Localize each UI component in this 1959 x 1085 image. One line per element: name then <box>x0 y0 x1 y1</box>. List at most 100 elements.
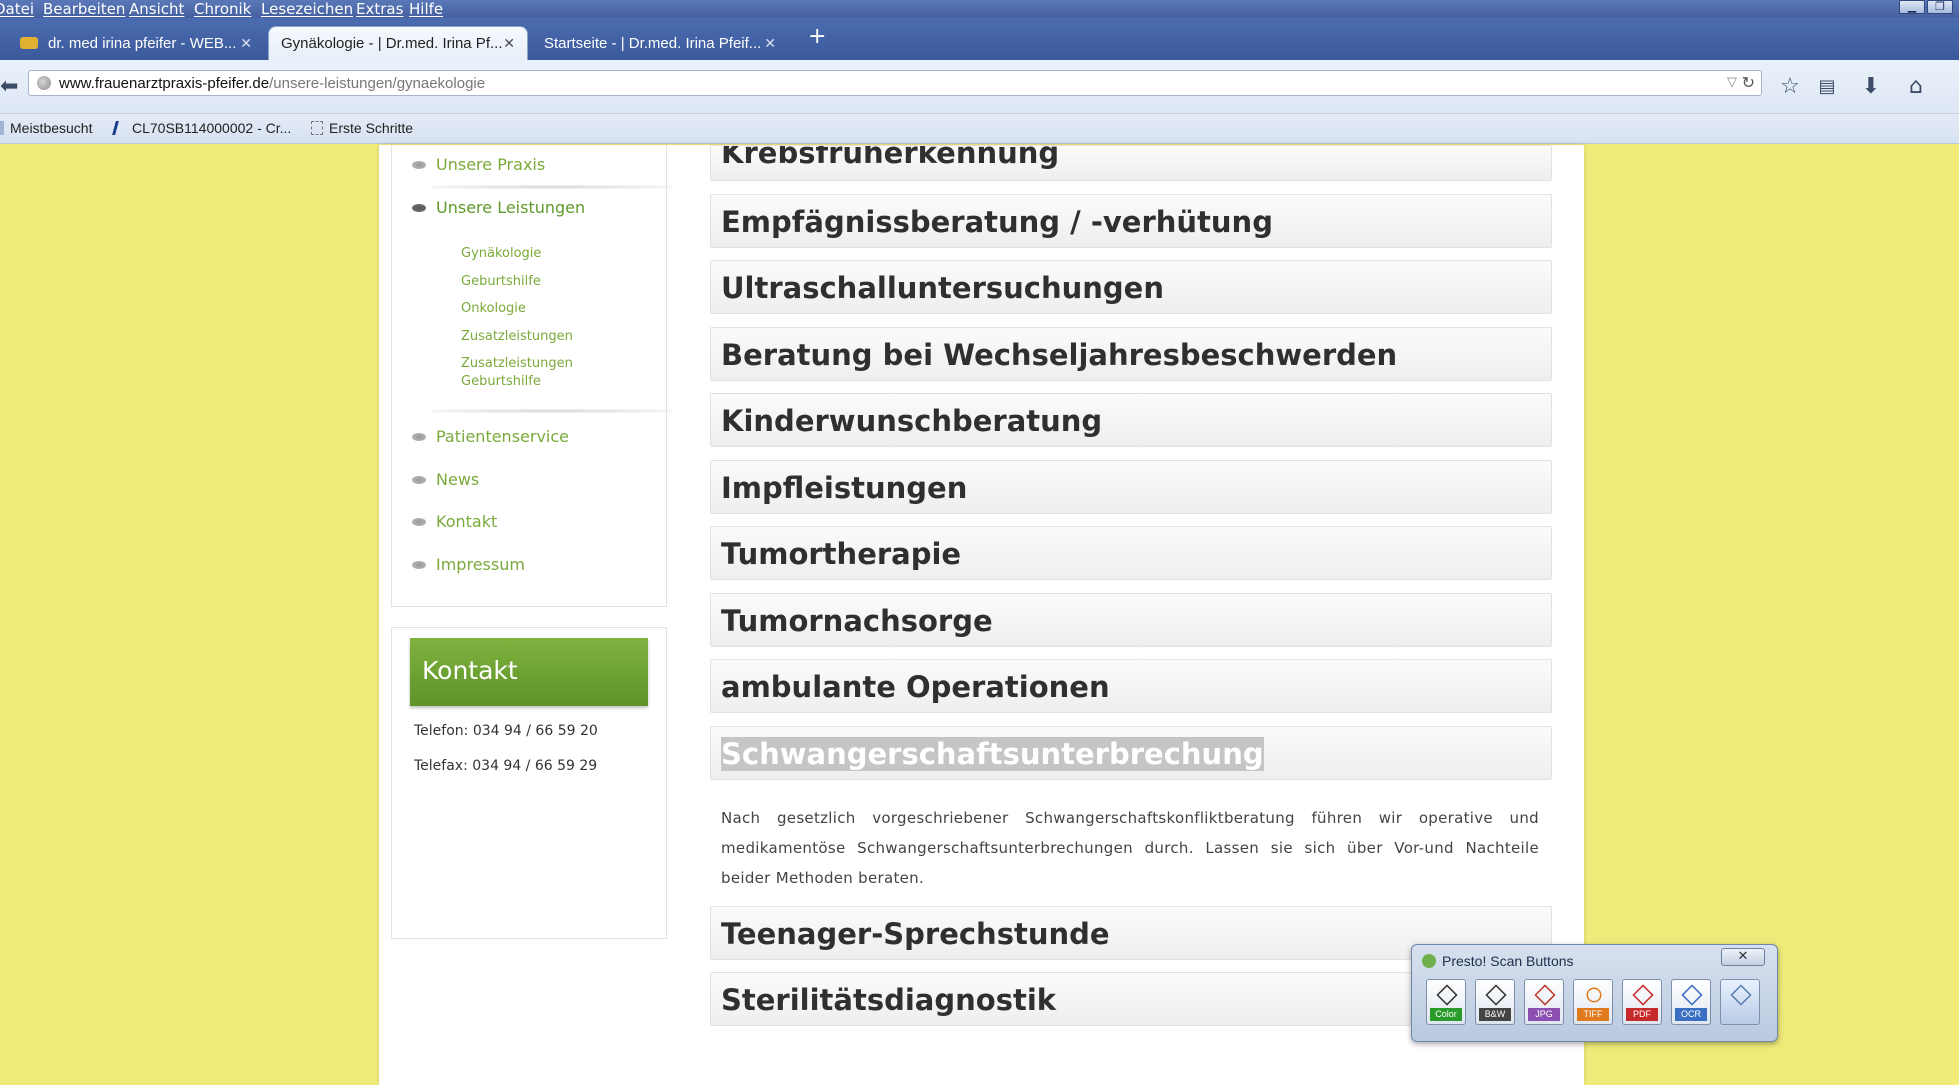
bookmark-erste-schritte[interactable]: Erste Schritte <box>311 120 413 136</box>
accordion-heading-krebsfrueherkennung[interactable]: Krebsfrüherkennung <box>710 145 1552 181</box>
bullet-icon <box>412 203 426 212</box>
close-icon[interactable]: ✕ <box>240 35 252 52</box>
sidebar-item-news[interactable]: News <box>412 470 479 489</box>
scan-color-button[interactable]: Color <box>1426 979 1466 1025</box>
sidebar-subitem-onkologie[interactable]: Onkologie <box>461 300 526 318</box>
scan-button-label: B&W <box>1479 1008 1511 1021</box>
accordion-heading-wechseljahre[interactable]: Beratung bei Wechseljahresbeschwerden <box>710 327 1552 381</box>
mail-icon <box>20 37 38 49</box>
accordion-heading-tumornachsorge[interactable]: Tumornachsorge <box>710 593 1552 647</box>
sidebar-item-unsere-praxis[interactable]: Unsere Praxis <box>412 155 545 174</box>
scan-settings-button[interactable] <box>1720 979 1760 1025</box>
accordion-heading-schwangerschaftsunterbrechung[interactable]: Schwangerschaftsunterbrechung <box>710 726 1552 780</box>
url-text: www.frauenarztpraxis-pfeifer.de/unsere-l… <box>59 75 485 92</box>
window-controls: ▁ ❐ <box>1899 0 1953 14</box>
menu-chronik[interactable]: Chronik <box>194 0 251 18</box>
presto-button-row: Color B&W JPG TIFF PDF OCR <box>1426 979 1760 1025</box>
page-container: Unsere Praxis Unsere Leistungen Gynäkolo… <box>379 145 1584 1085</box>
tab-webmail[interactable]: dr. med irina pfeifer - WEB... ✕ <box>8 26 264 60</box>
menu-extras[interactable]: Extras <box>356 0 403 18</box>
contact-heading: Kontakt <box>410 638 648 706</box>
scan-button-label: OCR <box>1675 1008 1707 1021</box>
menu-bearbeiten[interactable]: Bearbeiten <box>43 0 125 18</box>
settings-icon <box>1730 984 1752 1006</box>
close-icon[interactable]: ✕ <box>1721 948 1765 966</box>
navigation-bar: ⬅ www.frauenarztpraxis-pfeifer.de/unsere… <box>0 60 1959 114</box>
sidebar-item-kontakt[interactable]: Kontakt <box>412 512 497 531</box>
accordion-title: Krebsfrüherkennung <box>721 145 1060 170</box>
menu-bar: Datei Bearbeiten Ansicht Chronik Lesezei… <box>0 0 1959 18</box>
sidebar-item-label: Impressum <box>436 555 525 574</box>
sidebar-item-label: Unsere Leistungen <box>436 198 586 217</box>
chevron-down-icon[interactable]: ▽ <box>1727 74 1737 90</box>
sidebar-item-label: Patientenservice <box>436 427 570 446</box>
scan-bw-button[interactable]: B&W <box>1475 979 1515 1025</box>
presto-logo-icon <box>1422 954 1436 968</box>
accordion-heading-ultraschall[interactable]: Ultraschalluntersuchungen <box>710 260 1552 314</box>
restore-icon[interactable]: ❐ <box>1927 0 1953 14</box>
accordion-body: Nach gesetzlich vorgeschriebener Schwang… <box>721 809 1539 887</box>
bookmarks-list-icon[interactable]: ▤ <box>1814 74 1840 100</box>
close-icon[interactable]: ✕ <box>503 35 515 52</box>
contact-box: Kontakt Telefon: 034 94 / 66 59 20 Telef… <box>391 627 667 939</box>
bookmark-cl70sb[interactable]: CL70SB114000002 - Cr... <box>112 120 292 136</box>
sidebar-item-label: News <box>436 470 480 489</box>
scan-ocr-button[interactable]: OCR <box>1671 979 1711 1025</box>
menu-ansicht[interactable]: Ansicht <box>129 0 184 18</box>
bookmark-label: CL70SB114000002 - Cr... <box>132 120 292 136</box>
bookmark-meistbesucht[interactable]: Meistbesucht <box>0 120 92 136</box>
home-icon[interactable]: ⌂ <box>1903 74 1929 100</box>
bookmark-icon <box>112 121 128 135</box>
sidebar-item-patientenservice[interactable]: Patientenservice <box>412 427 569 446</box>
sidebar-navigation: Unsere Praxis Unsere Leistungen Gynäkolo… <box>391 145 672 607</box>
tab-label: dr. med irina pfeifer - WEB... <box>48 34 237 52</box>
sidebar-item-label: Kontakt <box>436 512 498 531</box>
pdf-icon <box>1632 984 1654 1006</box>
menu-datei[interactable]: Datei <box>0 0 34 18</box>
bullet-icon <box>412 517 426 526</box>
contact-fax: Telefax: 034 94 / 66 59 29 <box>414 758 598 774</box>
presto-title: Presto! Scan Buttons <box>1442 953 1574 969</box>
menu-hilfe[interactable]: Hilfe <box>409 0 443 18</box>
accordion-heading-ambulante-operationen[interactable]: ambulante Operationen <box>710 659 1552 713</box>
page-icon <box>311 121 323 135</box>
star-icon[interactable]: ☆ <box>1777 74 1803 100</box>
scan-tiff-button[interactable]: TIFF <box>1573 979 1613 1025</box>
image-icon <box>1534 984 1556 1006</box>
bullet-icon <box>412 560 426 569</box>
sidebar-subitem-zusatzleistungen-geburtshilfe[interactable]: Zusatzleistungen Geburtshilfe <box>461 355 573 391</box>
scan-button-label: JPG <box>1528 1008 1560 1021</box>
back-arrow-icon[interactable]: ⬅ <box>0 74 26 100</box>
accordion-title-selected: Schwangerschaftsunterbrechung <box>721 737 1264 771</box>
menu-lesezeichen[interactable]: Lesezeichen <box>261 0 353 18</box>
scan-button-label: Color <box>1430 1008 1462 1021</box>
sidebar-subitem-zusatzleistungen[interactable]: Zusatzleistungen <box>461 328 573 346</box>
ocr-icon <box>1681 984 1703 1006</box>
tab-label: Startseite - | Dr.med. Irina Pfeif... <box>544 34 762 52</box>
bookmarks-toolbar: Meistbesucht CL70SB114000002 - Cr... Ers… <box>0 114 1959 144</box>
bookmark-label: Erste Schritte <box>329 120 414 136</box>
scan-icon <box>1436 984 1458 1006</box>
tab-startseite[interactable]: Startseite - | Dr.med. Irina Pfeif... ✕ <box>532 26 788 60</box>
scan-button-label: TIFF <box>1577 1008 1609 1021</box>
close-icon[interactable]: ✕ <box>764 35 776 52</box>
address-bar[interactable]: www.frauenarztpraxis-pfeifer.de/unsere-l… <box>28 70 1762 96</box>
url-domain: www.frauenarztpraxis-pfeifer.de <box>59 75 270 92</box>
new-tab-button[interactable]: + <box>808 26 826 48</box>
scan-button-label: PDF <box>1626 1008 1658 1021</box>
url-path: /unsere-leistungen/gynaekologie <box>269 75 486 92</box>
sidebar-item-impressum[interactable]: Impressum <box>412 555 525 574</box>
sidebar-item-unsere-leistungen[interactable]: Unsere Leistungen <box>412 198 585 217</box>
accordion-heading-impfleistungen[interactable]: Impfleistungen <box>710 460 1552 514</box>
accordion-heading-kinderwunsch[interactable]: Kinderwunschberatung <box>710 393 1552 447</box>
scan-pdf-button[interactable]: PDF <box>1622 979 1662 1025</box>
sidebar-subitem-geburtshilfe[interactable]: Geburtshilfe <box>461 273 541 291</box>
tab-gynaekologie[interactable]: Gynäkologie - | Dr.med. Irina Pf... ✕ <box>268 26 528 60</box>
reload-icon[interactable]: ↻ <box>1742 73 1755 93</box>
minimize-icon[interactable]: ▁ <box>1899 0 1925 14</box>
accordion-heading-empfaengnisberatung[interactable]: Empfägnissberatung / -verhütung <box>710 194 1552 248</box>
accordion-heading-tumortherapie[interactable]: Tumortherapie <box>710 526 1552 580</box>
scan-jpg-button[interactable]: JPG <box>1524 979 1564 1025</box>
download-icon[interactable]: ⬇ <box>1858 74 1884 100</box>
sidebar-subitem-gynaekologie[interactable]: Gynäkologie <box>461 245 541 263</box>
